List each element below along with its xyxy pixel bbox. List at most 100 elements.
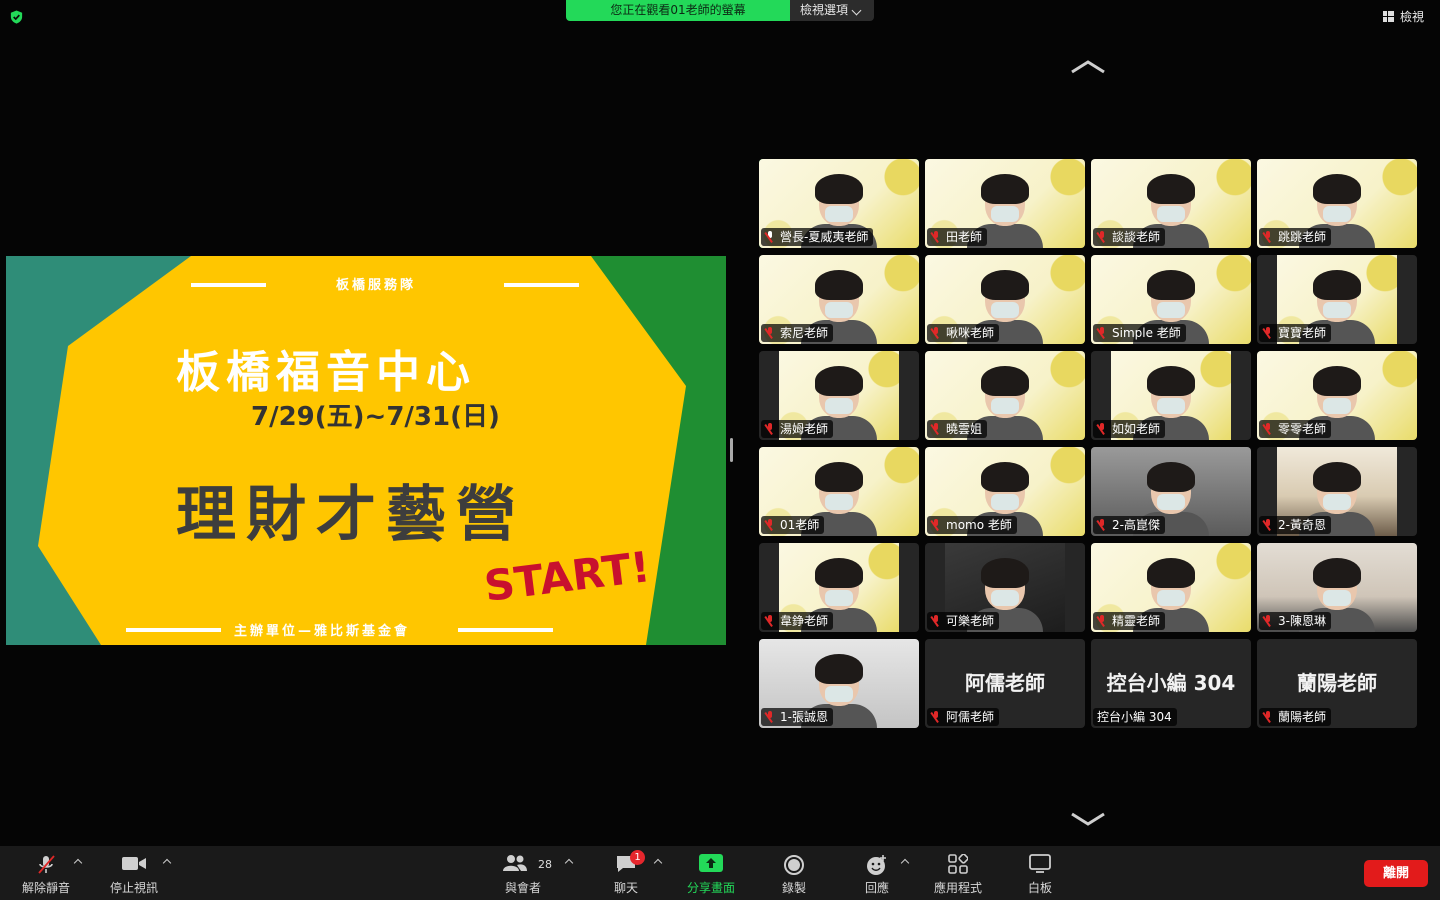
share-screen-icon <box>699 854 723 872</box>
participant-tile[interactable]: 2-高崑傑 <box>1091 447 1251 536</box>
participant-tile[interactable]: 01老師 <box>759 447 919 536</box>
apps-label: 應用程式 <box>933 881 982 895</box>
participant-name: 2-高崑傑 <box>1112 518 1160 532</box>
participant-tile[interactable]: 韋錚老師 <box>759 543 919 632</box>
participant-name-label: 1-張誠恩 <box>761 708 833 726</box>
mic-muted-icon <box>1097 231 1107 243</box>
participant-name-label: 韋錚老師 <box>761 612 834 630</box>
gallery-view-icon <box>1382 11 1394 22</box>
participant-name-label: 零零老師 <box>1259 420 1332 438</box>
emoji-icon <box>867 855 886 875</box>
slide-main-title: 理財才藝營 <box>176 480 526 550</box>
participant-tile[interactable]: 如如老師 <box>1091 351 1251 440</box>
mic-muted-icon <box>1263 423 1273 435</box>
participant-name: 啾咪老師 <box>946 326 995 340</box>
security-shield-icon[interactable] <box>9 9 24 25</box>
participant-tile[interactable]: 3-陳恩琳 <box>1257 543 1417 632</box>
participant-name: 韋錚老師 <box>780 614 829 628</box>
apps-button[interactable]: 應用程式 <box>928 846 988 900</box>
mic-muted-icon <box>765 711 775 723</box>
participant-name: 可樂老師 <box>946 614 995 628</box>
participant-name-label: 田老師 <box>927 228 988 246</box>
participant-display-name: 蘭陽老師 <box>1297 671 1377 695</box>
participant-tile[interactable]: 索尼老師 <box>759 255 919 344</box>
participant-name-label: 談談老師 <box>1093 228 1166 246</box>
participant-tile[interactable]: 控台小編 304 控台小編 304 <box>1091 639 1251 728</box>
participant-tile[interactable]: 田老師 <box>925 159 1085 248</box>
chat-caret-icon[interactable] <box>653 858 663 868</box>
mic-muted-icon <box>1097 615 1107 627</box>
participant-tile[interactable]: 零零老師 <box>1257 351 1417 440</box>
mic-muted-icon <box>1263 711 1273 723</box>
mic-muted-icon <box>931 231 941 243</box>
leave-meeting-button[interactable]: 離開 <box>1364 860 1428 887</box>
participant-name: 3-陳恩琳 <box>1278 614 1326 628</box>
reactions-caret-icon[interactable] <box>900 858 910 868</box>
participant-tile[interactable]: 蘭陽老師 蘭陽老師 <box>1257 639 1417 728</box>
participant-tile[interactable]: 可樂老師 <box>925 543 1085 632</box>
participant-name: Simple 老師 <box>1112 326 1181 340</box>
record-label: 錄製 <box>781 881 806 895</box>
stop-video-button[interactable]: 停止視訊 <box>102 846 166 900</box>
share-screen-label: 分享畫面 <box>686 881 735 895</box>
participant-name: 1-張誠恩 <box>780 710 828 724</box>
record-icon <box>784 855 804 875</box>
page-up-icon[interactable] <box>1070 60 1106 74</box>
participant-tile[interactable]: Simple 老師 <box>1091 255 1251 344</box>
mic-muted-icon <box>1263 327 1273 339</box>
participant-name-label: 曉雲姐 <box>927 420 988 438</box>
participants-button[interactable]: 28 與會者 <box>494 846 552 900</box>
participant-tile[interactable]: 曉雲姐 <box>925 351 1085 440</box>
slide-host: 主辦單位—雅比斯基金會 <box>234 624 411 639</box>
participant-tile[interactable]: 湯姆老師 <box>759 351 919 440</box>
apps-icon <box>948 854 968 874</box>
whiteboard-label: 白板 <box>1027 881 1052 895</box>
slide-org: 板橋服務隊 <box>336 278 417 293</box>
participant-tile[interactable]: momo 老師 <box>925 447 1085 536</box>
page-down-icon[interactable] <box>1070 812 1106 826</box>
participant-name-label: 如如老師 <box>1093 420 1166 438</box>
participant-tile[interactable]: 跳跳老師 <box>1257 159 1417 248</box>
participant-tile[interactable]: 談談老師 <box>1091 159 1251 248</box>
view-label: 檢視 <box>1399 10 1424 24</box>
participant-tile[interactable]: 2-黃奇恩 <box>1257 447 1417 536</box>
shared-screen: 板橋服務隊 板橋福音中心 7/29(五)~7/31(日) 理財才藝營 START… <box>6 256 726 645</box>
mic-muted-icon <box>765 615 775 627</box>
participant-name: 寶寶老師 <box>1278 326 1327 340</box>
chat-label: 聊天 <box>613 881 638 895</box>
participant-tile[interactable]: 啾咪老師 <box>925 255 1085 344</box>
participant-name-label: 01老師 <box>761 516 825 534</box>
reactions-button[interactable]: 回應 <box>855 846 899 900</box>
mic-muted-icon <box>1263 519 1273 531</box>
view-button[interactable]: 檢視 <box>1382 8 1424 25</box>
share-screen-button[interactable]: 分享畫面 <box>682 846 740 900</box>
view-options-button[interactable]: 檢視選項 <box>790 0 874 21</box>
split-divider-handle[interactable] <box>730 438 733 462</box>
chat-button[interactable]: 1 聊天 <box>604 846 648 900</box>
mic-muted-icon <box>1097 327 1107 339</box>
participant-tile[interactable]: 精靈老師 <box>1091 543 1251 632</box>
whiteboard-button[interactable]: 白板 <box>1018 846 1062 900</box>
mic-muted-icon <box>931 519 941 531</box>
participant-tile[interactable]: 寶寶老師 <box>1257 255 1417 344</box>
view-options-label: 檢視選項 <box>800 3 849 17</box>
participant-tile[interactable]: 營長-夏威夷老師 <box>759 159 919 248</box>
video-camera-icon <box>122 857 146 870</box>
participant-name: 索尼老師 <box>780 326 829 340</box>
participant-name-label: 索尼老師 <box>761 324 834 342</box>
mic-muted-icon <box>1263 615 1273 627</box>
participant-name: 01老師 <box>780 518 820 532</box>
unmute-button[interactable]: 解除靜音 <box>14 846 78 900</box>
screen-share-banner: 您正在觀看01老師的螢幕 <box>566 0 790 21</box>
participant-tile[interactable]: 阿儒老師 阿儒老師 <box>925 639 1085 728</box>
participant-tile[interactable]: 1-張誠恩 <box>759 639 919 728</box>
participant-display-name: 阿儒老師 <box>965 671 1045 695</box>
mic-muted-icon <box>1097 519 1107 531</box>
participant-name: 談談老師 <box>1112 230 1161 244</box>
participants-label: 與會者 <box>504 881 541 895</box>
participants-caret-icon[interactable] <box>564 858 574 868</box>
participant-name-label: 控台小編 304 <box>1093 708 1177 726</box>
record-button[interactable]: 錄製 <box>772 846 816 900</box>
stop-video-label: 停止視訊 <box>109 881 158 895</box>
participant-name-label: 寶寶老師 <box>1259 324 1332 342</box>
